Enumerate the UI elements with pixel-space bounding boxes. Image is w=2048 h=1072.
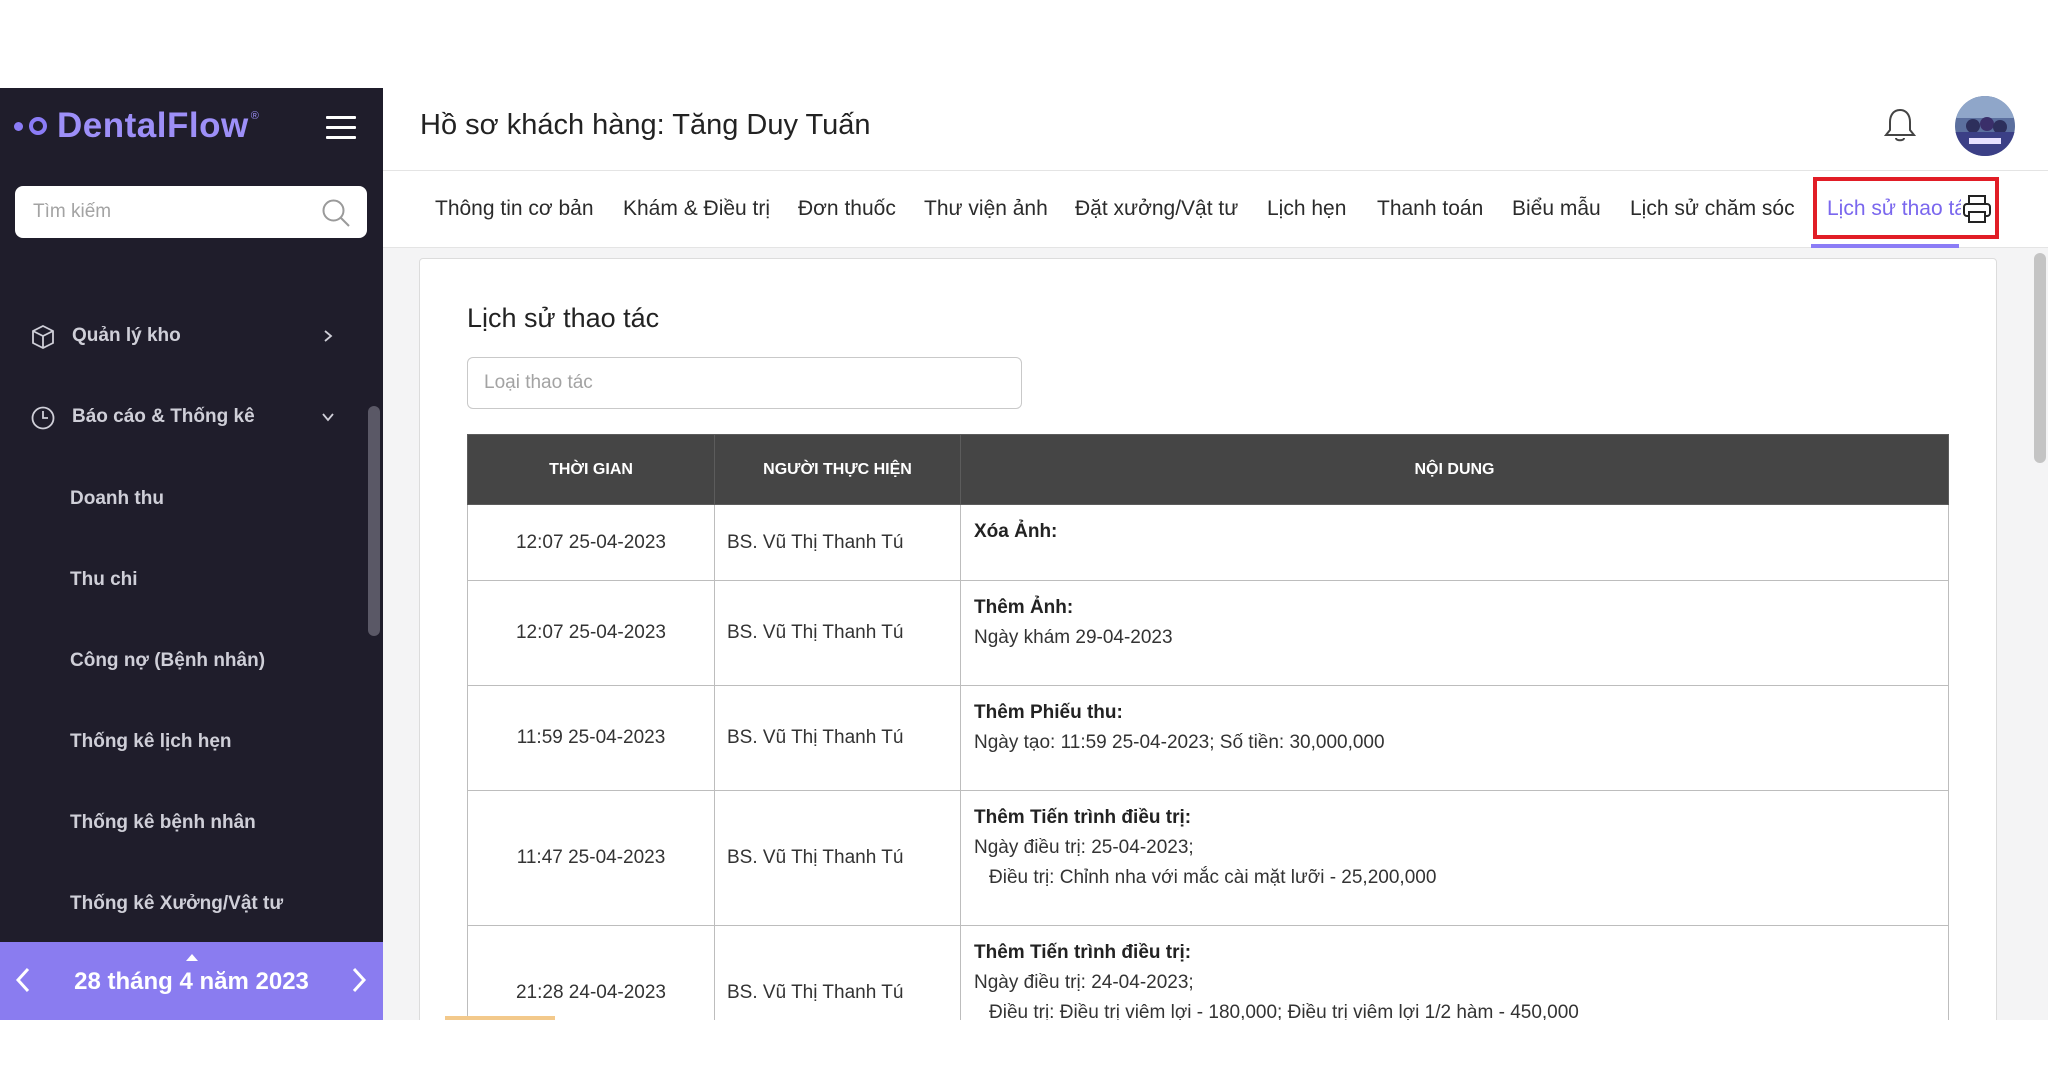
chevron-down-icon [322, 413, 334, 422]
tab-kham-dieu-tri[interactable]: Khám & Điều trị [623, 197, 770, 221]
sidebar-subitem-doanh-thu[interactable]: Doanh thu [70, 488, 164, 510]
row-content-line: Ngày điều trị: 25-04-2023; [974, 837, 1194, 858]
app-window: DentalFlow ® Quản lý kho [0, 88, 2048, 1020]
tab-bieu-mau[interactable]: Biểu mẫu [1512, 197, 1601, 221]
sidebar-subitem-thong-ke-xuong[interactable]: Thống kê Xưởng/Vật tư [70, 893, 283, 915]
chevron-right-icon [324, 330, 333, 342]
tab-bar: Thông tin cơ bản Khám & Điều trị Đơn thu… [383, 170, 2048, 248]
row-time: 11:47 25-04-2023 [467, 790, 715, 926]
row-content: Xóa Ảnh: [960, 504, 1949, 581]
box-icon [32, 324, 54, 350]
row-time: 11:59 25-04-2023 [467, 685, 715, 791]
tab-thanh-toan[interactable]: Thanh toán [1377, 197, 1483, 221]
row-content: Thêm Phiếu thu: Ngày tạo: 11:59 25-04-20… [960, 685, 1949, 791]
row-user: BS. Vũ Thị Thanh Tú [714, 580, 961, 686]
row-content: Thêm Tiến trình điều trị: Ngày điều trị:… [960, 790, 1949, 926]
tab-don-thuoc[interactable]: Đơn thuốc [798, 197, 896, 221]
row-content-title: Thêm Phiếu thu: [974, 702, 1123, 723]
row-user: BS. Vũ Thị Thanh Tú [714, 685, 961, 791]
column-header-content: NỘI DUNG [960, 434, 1949, 505]
sidebar-subitem-thong-ke-benh-nhan[interactable]: Thống kê bệnh nhân [70, 812, 256, 834]
row-time: 12:07 25-04-2023 [467, 580, 715, 686]
sidebar-item-bao-cao-thong-ke[interactable]: Báo cáo & Thống kê [0, 392, 370, 442]
logo[interactable]: DentalFlow ® [14, 106, 259, 146]
action-type-filter[interactable] [467, 357, 1022, 409]
tab-lich-su-cham-soc[interactable]: Lịch sử chăm sóc [1630, 197, 1795, 221]
chevron-up-icon[interactable] [185, 952, 199, 962]
row-time: 12:07 25-04-2023 [467, 504, 715, 581]
sidebar-subitem-thong-ke-lich-hen[interactable]: Thống kê lịch hẹn [70, 731, 232, 753]
sidebar-scrollbar[interactable] [368, 406, 380, 636]
table-row: 11:47 25-04-2023 BS. Vũ Thị Thanh Tú Thê… [467, 790, 1949, 926]
tab-thu-vien-anh[interactable]: Thư viện ảnh [924, 197, 1048, 221]
row-content-line: Điều trị: Chỉnh nha với mắc cài mặt lưỡi… [989, 867, 1437, 888]
chevron-right-icon[interactable] [350, 966, 368, 994]
row-content-line: Ngày tạo: 11:59 25-04-2023; Số tiền: 30,… [974, 732, 1385, 753]
row-content-line: Ngày điều trị: 24-04-2023; [974, 972, 1194, 993]
table-row: 12:07 25-04-2023 BS. Vũ Thị Thanh Tú Thê… [467, 580, 1949, 686]
row-content-title: Thêm Ảnh: [974, 597, 1074, 618]
row-content: Thêm Tiến trình điều trị: Ngày điều trị:… [960, 925, 1949, 1020]
table-header-row: THỜI GIAN NGƯỜI THỰC HIỆN NỘI DUNG [467, 434, 1949, 505]
sidebar-subitem-cong-no[interactable]: Công nợ (Bệnh nhân) [70, 650, 265, 672]
row-content-title: Thêm Tiến trình điều trị: [974, 942, 1192, 963]
row-time: 21:28 24-04-2023 [467, 925, 715, 1020]
row-user: BS. Vũ Thị Thanh Tú [714, 504, 961, 581]
table-row: 11:59 25-04-2023 BS. Vũ Thị Thanh Tú Thê… [467, 685, 1949, 791]
row-content-title: Xóa Ảnh: [974, 521, 1058, 542]
sidebar-item-quan-ly-kho[interactable]: Quản lý kho [0, 311, 370, 361]
page-header: Hồ sơ khách hàng: Tăng Duy Tuấn [383, 88, 2048, 170]
tab-dat-xuong-vat-tu[interactable]: Đặt xưởng/Vật tư [1075, 197, 1238, 221]
date-navigator: 28 tháng 4 năm 2023 [0, 942, 383, 1020]
sidebar-item-label: Báo cáo & Thống kê [72, 406, 255, 427]
section-title: Lịch sử thao tác [467, 303, 660, 333]
tab-lich-hen[interactable]: Lịch hẹn [1267, 197, 1346, 221]
table-row: 12:07 25-04-2023 BS. Vũ Thị Thanh Tú Xóa… [467, 504, 1949, 581]
tab-thong-tin-co-ban[interactable]: Thông tin cơ bản [435, 197, 594, 221]
main-scrollbar[interactable] [2034, 253, 2046, 463]
bell-icon[interactable] [1883, 106, 1917, 144]
history-card: Lịch sử thao tác THỜI GIAN NGƯỜI THỰC HI… [419, 258, 1997, 1020]
history-table: THỜI GIAN NGƯỜI THỰC HIỆN NỘI DUNG 12:07… [467, 434, 1949, 1020]
row-content: Thêm Ảnh: Ngày khám 29-04-2023 [960, 580, 1949, 686]
current-date: 28 tháng 4 năm 2023 [74, 968, 309, 995]
search-input[interactable] [33, 201, 323, 223]
row-content-title: Thêm Tiến trình điều trị: [974, 807, 1192, 828]
table-row: 21:28 24-04-2023 BS. Vũ Thị Thanh Tú Thê… [467, 925, 1949, 1020]
sidebar-search [15, 186, 367, 238]
page-title: Hồ sơ khách hàng: Tăng Duy Tuấn [420, 109, 871, 141]
bottom-accent-bar [445, 1016, 555, 1020]
hamburger-menu-icon[interactable] [326, 116, 356, 140]
tab-lich-su-thao-tac[interactable]: Lịch sử thao tác [1827, 197, 1976, 221]
row-content-line: Điều trị: Điều trị viêm lợi - 180,000; Đ… [989, 1002, 1579, 1020]
search-icon[interactable] [321, 198, 351, 228]
column-header-user: NGƯỜI THỰC HIỆN [714, 434, 961, 505]
avatar[interactable] [1955, 96, 2015, 156]
row-user: BS. Vũ Thị Thanh Tú [714, 790, 961, 926]
clock-icon [31, 406, 55, 430]
sidebar: DentalFlow ® Quản lý kho [0, 88, 383, 1020]
logo-text: DentalFlow [57, 106, 249, 145]
printer-icon[interactable] [1961, 193, 1993, 225]
row-user: BS. Vũ Thị Thanh Tú [714, 925, 961, 1020]
logo-ring-icon [29, 117, 47, 135]
sidebar-item-label: Quản lý kho [72, 325, 181, 346]
column-header-time: THỜI GIAN [467, 434, 715, 505]
logo-registered-mark: ® [250, 110, 259, 122]
logo-dot-icon [14, 121, 23, 131]
row-content-line: Ngày khám 29-04-2023 [974, 627, 1173, 648]
sidebar-subitem-thu-chi[interactable]: Thu chi [70, 569, 138, 591]
